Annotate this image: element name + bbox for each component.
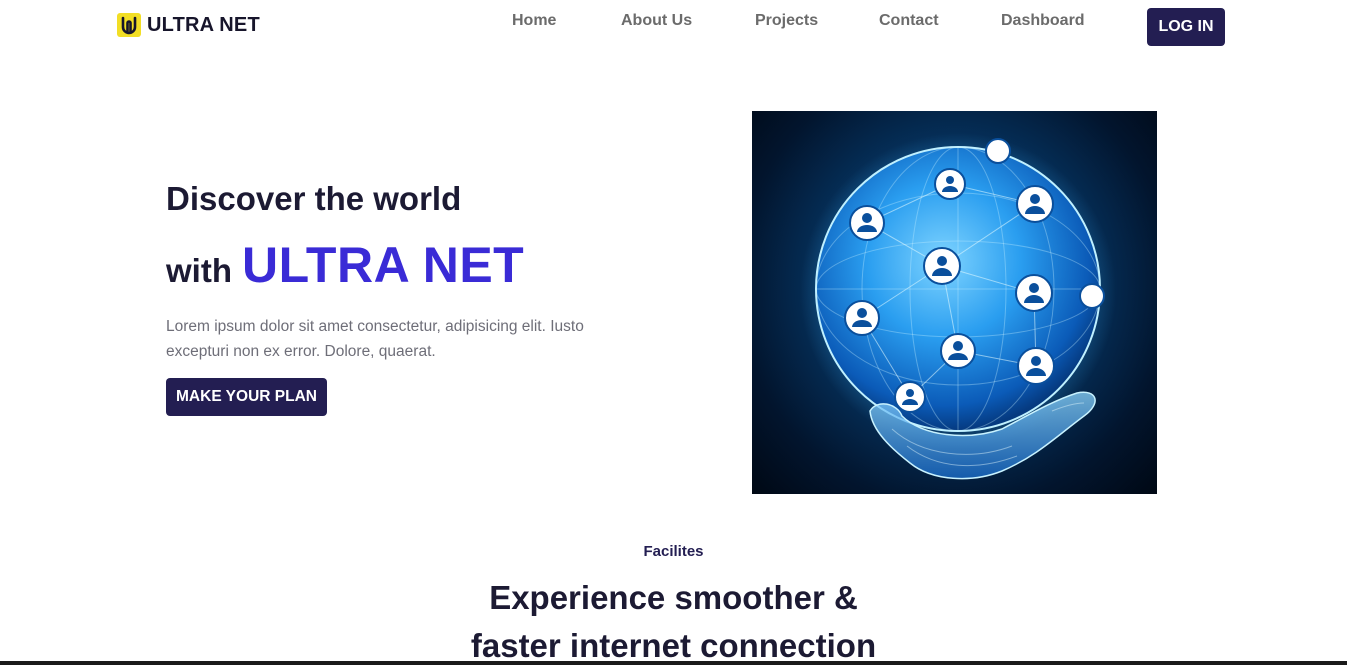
facilities-title-line1: Experience smoother & bbox=[489, 579, 858, 616]
nav-link-contact[interactable]: Contact bbox=[879, 12, 939, 30]
hero-title-line1: Discover the world bbox=[166, 180, 462, 217]
hero-title-brand: ULTRA NET bbox=[241, 237, 525, 293]
nav-link-home[interactable]: Home bbox=[512, 12, 556, 30]
nav-link-dashboard[interactable]: Dashboard bbox=[1001, 12, 1085, 30]
login-button[interactable]: LOG IN bbox=[1147, 8, 1225, 46]
facilities-title-line2: faster internet connection bbox=[470, 627, 877, 664]
nav-link-projects[interactable]: Projects bbox=[755, 12, 818, 30]
brand[interactable]: ULTRA NET bbox=[117, 13, 260, 37]
globe-in-hand-network-illustration bbox=[752, 111, 1157, 494]
ultra-net-logo-icon bbox=[117, 13, 141, 37]
hero-title-with: with bbox=[166, 252, 232, 289]
facilities-title: Experience smoother & faster internet co… bbox=[0, 574, 1347, 670]
make-your-plan-button[interactable]: MAKE YOUR PLAN bbox=[166, 378, 327, 416]
bottom-divider bbox=[0, 661, 1347, 665]
nav-link-about-us[interactable]: About Us bbox=[621, 12, 692, 30]
hero-title-line2: with ULTRA NET bbox=[166, 236, 524, 294]
hero-description: Lorem ipsum dolor sit amet consectetur, … bbox=[166, 318, 584, 360]
navbar: ULTRA NET Home About Us Projects Contact… bbox=[0, 0, 1347, 56]
brand-name: ULTRA NET bbox=[147, 13, 260, 36]
facilities-eyebrow: Facilites bbox=[643, 543, 704, 560]
